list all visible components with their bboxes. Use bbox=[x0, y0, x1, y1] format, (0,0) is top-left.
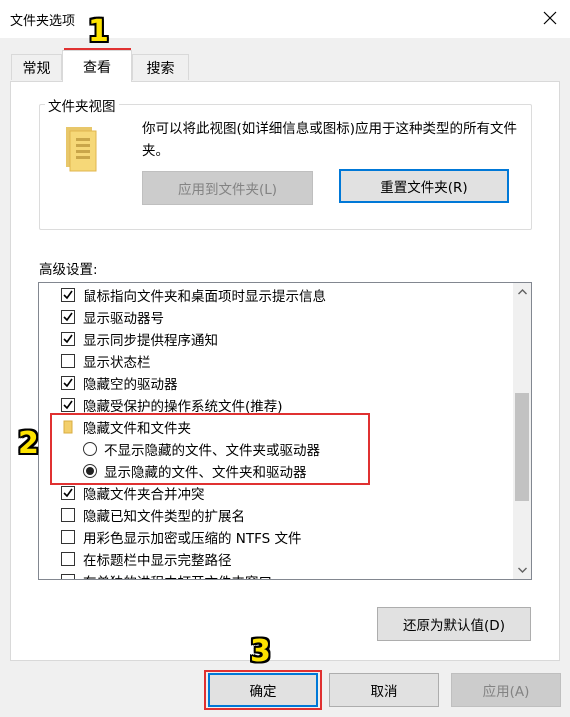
check-icon bbox=[63, 400, 73, 410]
list-item[interactable]: 显示状态栏 bbox=[61, 350, 151, 372]
folder-views-description: 你可以将此视图(如详细信息或图标)应用于这种类型的所有文件夹。 bbox=[142, 121, 518, 159]
check-icon bbox=[63, 290, 73, 300]
chevron-up-icon bbox=[517, 289, 527, 295]
highlight-hidden-files bbox=[50, 413, 370, 485]
tab-view[interactable]: 查看 bbox=[62, 50, 132, 82]
list-item-label: 在单独的进程中打开文件夹窗口 bbox=[83, 571, 272, 579]
advanced-settings-label: 高级设置: bbox=[39, 262, 98, 278]
close-button[interactable] bbox=[530, 0, 570, 36]
check-icon bbox=[63, 334, 73, 344]
tab-general[interactable]: 常规 bbox=[11, 54, 62, 80]
list-item-label: 显示同步提供程序通知 bbox=[83, 333, 218, 349]
list-item-label: 隐藏文件夹合并冲突 bbox=[83, 487, 205, 503]
list-item[interactable]: 用彩色显示加密或压缩的 NTFS 文件 bbox=[61, 526, 302, 548]
list-item-label: 隐藏已知文件类型的扩展名 bbox=[83, 509, 245, 525]
window-title: 文件夹选项 bbox=[10, 14, 76, 29]
list-item-label: 在标题栏中显示完整路径 bbox=[83, 553, 232, 569]
list-item-label: 隐藏受保护的操作系统文件(推荐) bbox=[83, 399, 283, 415]
step-marker-2: 2 bbox=[18, 426, 39, 461]
folder-views-icon bbox=[66, 127, 97, 172]
list-item-label: 显示状态栏 bbox=[83, 355, 151, 371]
chevron-down-icon bbox=[517, 567, 527, 573]
step-marker-3: 3 bbox=[250, 634, 271, 669]
list-item-label: 鼠标指向文件夹和桌面项时显示提示信息 bbox=[83, 289, 326, 305]
folder-views-legend: 文件夹视图 bbox=[45, 95, 119, 115]
vertical-scrollbar[interactable] bbox=[513, 283, 531, 579]
scroll-up-button[interactable] bbox=[513, 283, 531, 301]
scroll-thumb[interactable] bbox=[515, 393, 529, 501]
checkbox[interactable] bbox=[61, 530, 75, 544]
list-item[interactable]: 隐藏文件夹合并冲突 bbox=[61, 482, 205, 504]
apply-button[interactable]: 应用(A) bbox=[451, 673, 561, 707]
checkbox[interactable] bbox=[61, 574, 75, 579]
list-item[interactable]: 在单独的进程中打开文件夹窗口 bbox=[61, 570, 272, 579]
list-item[interactable]: 隐藏已知文件类型的扩展名 bbox=[61, 504, 245, 526]
title-bar: 文件夹选项 bbox=[0, 0, 570, 38]
close-icon bbox=[543, 11, 557, 25]
step-marker-1: 1 bbox=[88, 14, 109, 49]
cancel-button[interactable]: 取消 bbox=[329, 673, 439, 707]
reset-folders-button[interactable]: 重置文件夹(R) bbox=[339, 169, 509, 203]
scroll-down-button[interactable] bbox=[513, 561, 531, 579]
checkbox[interactable] bbox=[61, 332, 75, 346]
checkbox[interactable] bbox=[61, 376, 75, 390]
list-item[interactable]: 显示同步提供程序通知 bbox=[61, 328, 218, 350]
list-item-label: 用彩色显示加密或压缩的 NTFS 文件 bbox=[83, 531, 302, 547]
checkbox[interactable] bbox=[61, 354, 75, 368]
checkbox[interactable] bbox=[61, 310, 75, 324]
apply-to-folders-button[interactable]: 应用到文件夹(L) bbox=[142, 171, 313, 205]
checkbox[interactable] bbox=[61, 552, 75, 566]
checkbox[interactable] bbox=[61, 508, 75, 522]
highlight-ok-button bbox=[204, 670, 322, 710]
tab-search[interactable]: 搜索 bbox=[132, 54, 189, 80]
checkbox[interactable] bbox=[61, 288, 75, 302]
list-item-label: 隐藏空的驱动器 bbox=[83, 377, 178, 393]
list-item[interactable]: 显示驱动器号 bbox=[61, 306, 164, 328]
list-item[interactable]: 在标题栏中显示完整路径 bbox=[61, 548, 232, 570]
list-item[interactable]: 鼠标指向文件夹和桌面项时显示提示信息 bbox=[61, 284, 326, 306]
checkbox[interactable] bbox=[61, 486, 75, 500]
check-icon bbox=[63, 312, 73, 322]
check-icon bbox=[63, 378, 73, 388]
check-icon bbox=[63, 488, 73, 498]
restore-defaults-button[interactable]: 还原为默认值(D) bbox=[377, 607, 531, 641]
list-item-label: 显示驱动器号 bbox=[83, 311, 164, 327]
list-item[interactable]: 隐藏空的驱动器 bbox=[61, 372, 178, 394]
checkbox[interactable] bbox=[61, 398, 75, 412]
